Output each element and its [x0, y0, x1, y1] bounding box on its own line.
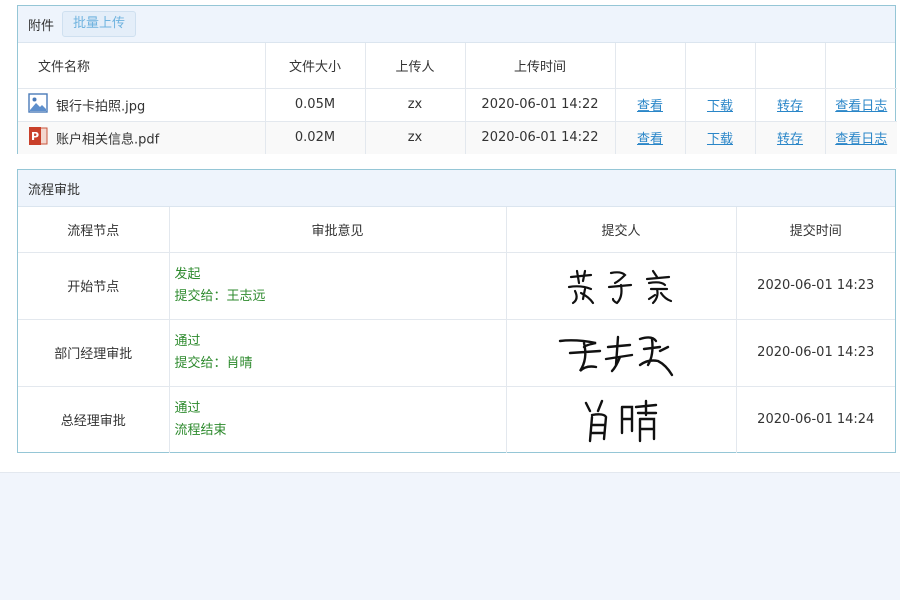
column-header-submitter: 提交人	[506, 207, 737, 253]
submit-time: 2020-06-01 14:23	[736, 319, 895, 387]
column-header-empty	[755, 43, 826, 89]
attachments-table: 文件名称 文件大小 上传人 上传时间 银行卡拍照.jpg 0.05M zx 20…	[18, 43, 897, 154]
download-link-cell: 下载	[685, 88, 756, 122]
attachments-panel: 附件 批量上传 文件名称 文件大小 上传人 上传时间 银行卡拍照.jpg 0.0…	[17, 5, 897, 154]
approval-header: 流程审批	[18, 170, 895, 207]
file-size: 0.02M	[265, 121, 366, 154]
download-link[interactable]: 下载	[707, 99, 733, 114]
view-log-link[interactable]: 查看日志	[835, 99, 887, 114]
column-header-uploader: 上传人	[365, 43, 466, 89]
powerpoint-file-icon: P	[28, 126, 48, 150]
column-header-opinion: 审批意见	[169, 207, 507, 253]
table-row: 总经理审批 通过 流程结束 2020-06-01 14:24	[18, 386, 895, 453]
submitter-signature-cell	[506, 252, 737, 320]
approval-header-row: 流程节点 审批意见 提交人 提交时间	[18, 207, 895, 253]
file-upload-time: 2020-06-01 14:22	[465, 88, 616, 122]
column-header-node: 流程节点	[18, 207, 170, 253]
flow-node: 总经理审批	[18, 386, 170, 453]
view-log-link-cell: 查看日志	[825, 121, 897, 154]
handwritten-signature	[567, 269, 673, 304]
column-header-upload-time: 上传时间	[465, 43, 616, 89]
save-as-link-cell: 转存	[755, 121, 826, 154]
view-link[interactable]: 查看	[637, 132, 663, 147]
opinion-action: 发起	[174, 266, 201, 282]
opinion-action: 通过	[174, 400, 201, 416]
opinion-submitted-to: 流程结束	[174, 422, 227, 438]
download-link-cell: 下载	[685, 121, 756, 154]
download-link[interactable]: 下载	[707, 132, 733, 147]
view-link-cell: 查看	[615, 88, 686, 122]
save-as-link[interactable]: 转存	[777, 99, 803, 114]
file-name-cell: 银行卡拍照.jpg	[18, 88, 266, 122]
attachments-title: 附件	[28, 18, 55, 34]
table-row: 开始节点 发起 提交给：王志远 2020-06-01 14:23	[18, 252, 895, 320]
file-name: 银行卡拍照.jpg	[56, 99, 146, 114]
opinion-submitted-to: 提交给：肖晴	[174, 355, 253, 371]
approval-opinion: 通过 流程结束	[169, 386, 507, 453]
column-header-empty	[615, 43, 686, 89]
file-name: 账户相关信息.pdf	[56, 132, 160, 148]
handwritten-signature	[584, 399, 658, 442]
approval-opinion: 发起 提交给：王志远	[169, 252, 507, 320]
file-uploader: zx	[365, 121, 466, 154]
table-row: 部门经理审批 通过 提交给：肖晴 2020-06-01 14:23	[18, 319, 895, 387]
column-header-submit-time: 提交时间	[736, 207, 895, 253]
submit-time: 2020-06-01 14:24	[757, 412, 875, 428]
batch-upload-button[interactable]: 批量上传	[62, 11, 137, 37]
column-header-empty	[685, 43, 756, 89]
save-as-link-cell: 转存	[755, 88, 826, 122]
flow-node: 开始节点	[18, 252, 170, 320]
approval-table: 流程节点 审批意见 提交人 提交时间 开始节点 发起 提交给：王志远 2020-…	[18, 207, 895, 453]
handwritten-signature	[558, 335, 674, 376]
flow-node: 部门经理审批	[18, 319, 170, 387]
table-row: P 账户相关信息.pdf 0.02M zx 2020-06-01 14:22 查…	[18, 121, 897, 154]
submitter-signature-cell	[506, 319, 737, 387]
view-link[interactable]: 查看	[637, 99, 663, 114]
submitter-signature-cell	[506, 386, 737, 453]
column-header-empty	[825, 43, 897, 89]
opinion-submitted-to: 提交给：王志远	[174, 288, 266, 304]
opinion-action: 通过	[174, 333, 201, 349]
approval-title: 流程审批	[28, 182, 81, 198]
approval-opinion: 通过 提交给：肖晴	[169, 319, 507, 387]
view-log-link[interactable]: 查看日志	[835, 132, 887, 147]
file-upload-time: 2020-06-01 14:22	[465, 121, 616, 154]
column-header-file-name: 文件名称	[18, 43, 266, 89]
file-size: 0.05M	[265, 88, 366, 122]
approval-panel: 流程审批 流程节点 审批意见 提交人 提交时间 开始节点 发起 提交给：王志远	[17, 169, 896, 453]
table-row: 银行卡拍照.jpg 0.05M zx 2020-06-01 14:22 查看 下…	[18, 88, 897, 122]
submit-time: 2020-06-01 14:23	[736, 252, 895, 320]
image-file-icon	[28, 92, 48, 117]
attachments-header-row: 文件名称 文件大小 上传人 上传时间	[18, 43, 897, 89]
view-link-cell: 查看	[615, 121, 686, 154]
column-header-file-size: 文件大小	[265, 43, 366, 89]
svg-text:P: P	[31, 130, 39, 143]
attachments-header: 附件 批量上传	[18, 6, 895, 43]
save-as-link[interactable]: 转存	[777, 132, 803, 147]
view-log-link-cell: 查看日志	[825, 88, 897, 122]
file-uploader: zx	[365, 88, 466, 122]
file-name-cell: P 账户相关信息.pdf	[18, 121, 266, 154]
